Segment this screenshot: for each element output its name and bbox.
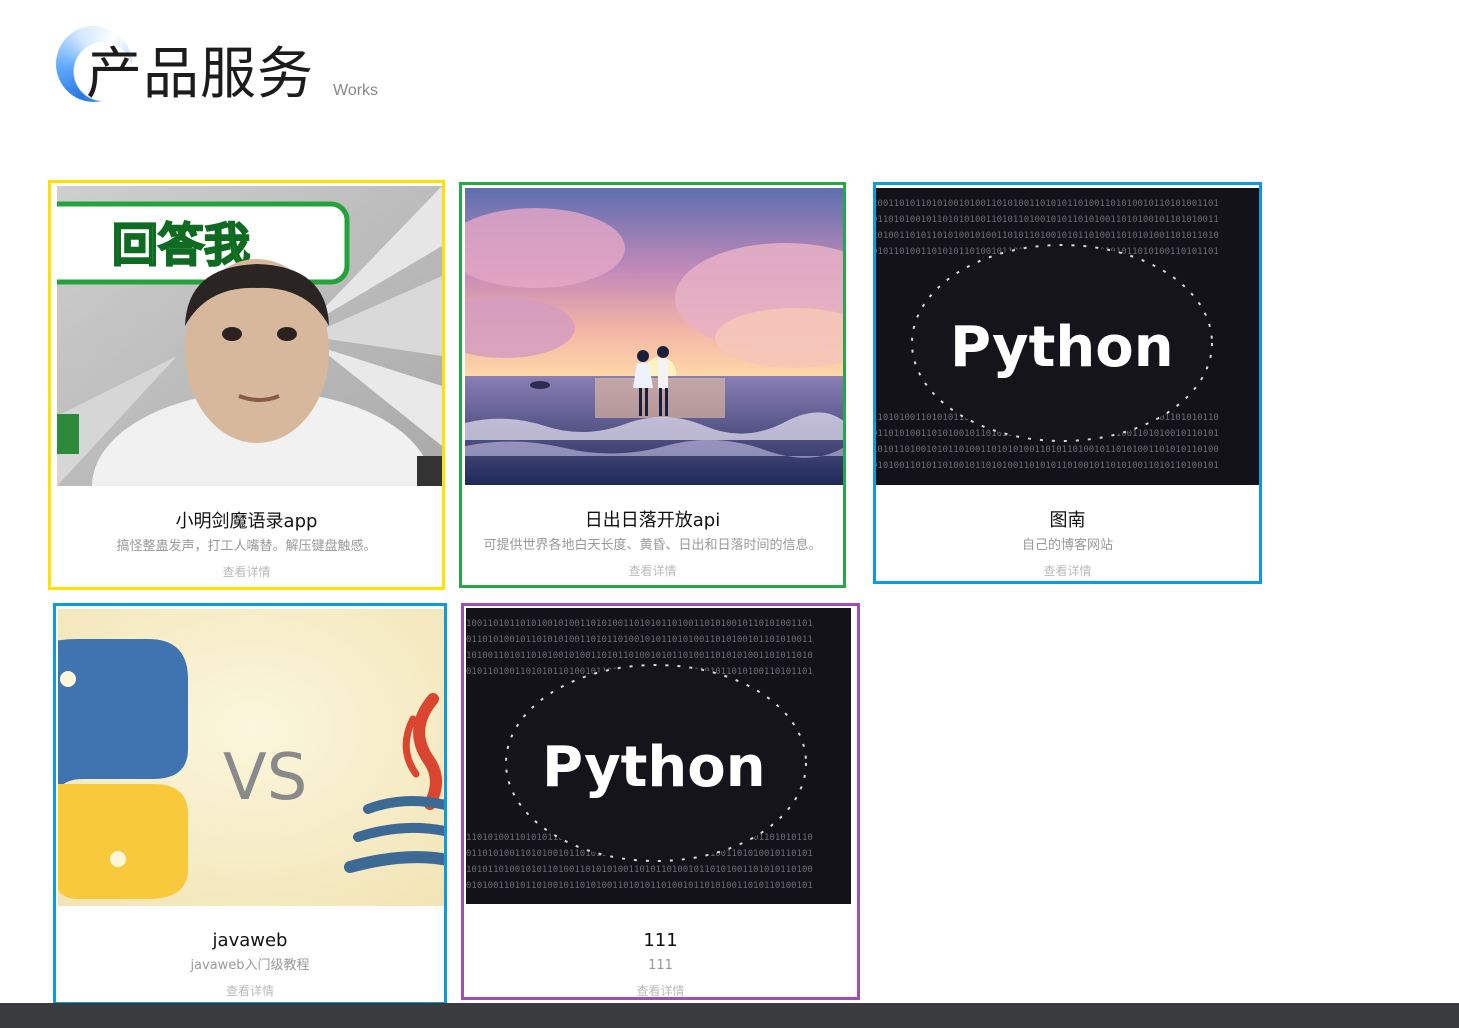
product-name: 小明剑魔语录app <box>175 511 318 532</box>
svg-text:101001101011010100101001101011: 1010011010110101001010011010110100101011… <box>873 231 1219 241</box>
product-info: 日出日落开放api 可提供世界各地白天长度、黄昏、日出和日落时间的信息。 查看详… <box>462 510 843 578</box>
page-subtitle: Works <box>333 82 379 99</box>
page-title: 产品服务 <box>86 42 314 107</box>
section-header: 产品服务 Works <box>56 22 476 122</box>
product-image-sunset-beach <box>465 188 843 485</box>
product-card-111[interactable]: 1001101011010100101001101010011010101101… <box>461 603 860 1000</box>
svg-text:101011010010101101001101010100: 1010110100101011010011010101001101011010… <box>873 445 1219 455</box>
product-name: javaweb <box>212 930 288 951</box>
product-info: 图南 自己的博客网站 查看详情 <box>876 510 1259 578</box>
svg-text:Python: Python <box>542 735 766 800</box>
product-name: 图南 <box>1049 510 1086 531</box>
product-card-blog[interactable]: 1001101011010100101001101010011010101101… <box>873 182 1262 584</box>
svg-text:010100110101101001011010100110: 0101001101011010010110101001101010110100… <box>466 881 813 891</box>
product-image-python-vs-java: VS <box>58 609 444 906</box>
svg-text:010100110101101001011010100110: 0101001101011010010110101001101010110100… <box>873 461 1219 471</box>
product-description: 可提供世界各地白天长度、黄昏、日出和日落时间的信息。 <box>483 538 822 553</box>
product-info: javaweb javaweb入门级教程 查看详情 <box>56 930 444 998</box>
svg-text:011010100101101010100110101101: 0110101001011010101001101011010010101101… <box>466 635 813 645</box>
svg-text:101001101011010100101001101011: 1010011010110101001010011010110100101011… <box>466 651 813 661</box>
svg-text:100110101101010010100110101001: 1001101011010100101001101010011010101101… <box>466 619 813 629</box>
product-card-javaweb[interactable]: VS javaweb javaweb入门级教程 查看详情 <box>53 603 447 1005</box>
svg-text:100110101101010010100110101001: 1001101011010100101001101010011010101101… <box>873 199 1219 209</box>
view-details-link[interactable]: 查看详情 <box>51 565 442 579</box>
svg-text:101011010010101101001101010100: 1010110100101011010011010101001101011010… <box>466 865 813 875</box>
svg-text:Python: Python <box>950 315 1174 380</box>
view-details-link[interactable]: 查看详情 <box>462 564 843 578</box>
view-details-link[interactable]: 查看详情 <box>464 984 857 997</box>
product-info: 111 111 查看详情 <box>464 930 857 997</box>
view-details-link[interactable]: 查看详情 <box>56 984 444 998</box>
product-info: 小明剑魔语录app 搞怪整蛊发声，打工人嘴替。解压键盘触感。 查看详情 <box>51 511 442 579</box>
product-description: 自己的博客网站 <box>1021 538 1113 553</box>
view-details-link[interactable]: 查看详情 <box>876 564 1259 578</box>
product-image-python-binary: 1001101011010100101001101010011010101101… <box>873 188 1259 485</box>
svg-text:VS: VS <box>223 741 307 815</box>
product-name: 日出日落开放api <box>584 510 721 531</box>
footer-bar <box>0 1003 1459 1028</box>
svg-text:回答我: 回答我 <box>112 218 250 272</box>
product-description: 搞怪整蛊发声，打工人嘴替。解压键盘触感。 <box>116 539 377 554</box>
product-image-meme: 回答我 <box>57 186 442 486</box>
svg-text:011010100101101010100110101101: 0110101001011010101001101011010010101101… <box>873 215 1219 225</box>
product-description: javaweb入门级教程 <box>190 958 310 973</box>
product-description: 111 <box>648 958 673 973</box>
product-image-python-binary: 1001101011010100101001101010011010101101… <box>466 608 851 904</box>
product-card-sunrise-api[interactable]: 日出日落开放api 可提供世界各地白天长度、黄昏、日出和日落时间的信息。 查看详… <box>459 182 846 588</box>
product-card-meme-app[interactable]: 回答我 小明剑魔语录app 搞怪整蛊发声，打工人嘴替。解压键盘触感。 查看详情 <box>48 180 445 590</box>
product-name: 111 <box>643 930 678 951</box>
